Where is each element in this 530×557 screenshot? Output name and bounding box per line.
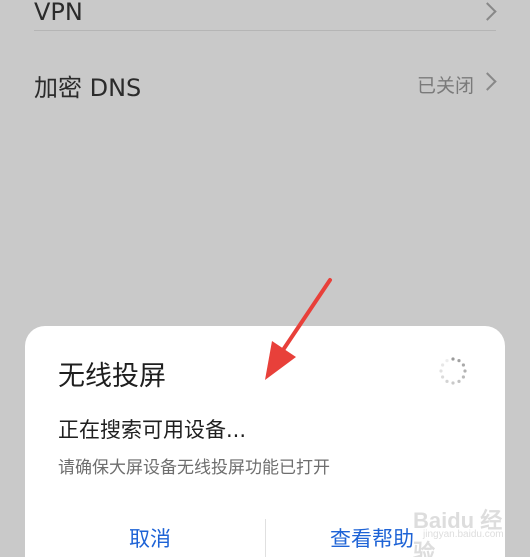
settings-item-label: 加密 DNS	[34, 74, 142, 102]
watermark-subtext: jingyan.baidu.com	[423, 529, 504, 540]
chevron-right-icon	[478, 2, 497, 21]
loading-spinner-icon	[439, 357, 467, 385]
view-help-button[interactable]: 查看帮助	[330, 523, 414, 553]
divider	[34, 30, 496, 31]
button-divider	[265, 519, 266, 557]
settings-item-value: 已关闭	[416, 75, 474, 97]
settings-item-vpn[interactable]: VPN	[0, 0, 530, 44]
chevron-right-icon	[478, 72, 497, 91]
cancel-button[interactable]: 取消	[129, 523, 171, 553]
search-status-text: 正在搜索可用设备...	[58, 418, 247, 442]
baidu-watermark: Baidu 经验 jingyan.baidu.com	[405, 495, 523, 557]
screen: VPN 加密 DNS 已关闭 无线投屏 正在搜索可用设备... 请确保大屏设备无…	[0, 0, 530, 557]
hint-text: 请确保大屏设备无线投屏功能已打开	[58, 458, 330, 478]
settings-item-encrypted-dns[interactable]: 加密 DNS 已关闭	[0, 54, 530, 114]
dialog-title: 无线投屏	[58, 361, 166, 392]
settings-item-label: VPN	[34, 0, 83, 26]
